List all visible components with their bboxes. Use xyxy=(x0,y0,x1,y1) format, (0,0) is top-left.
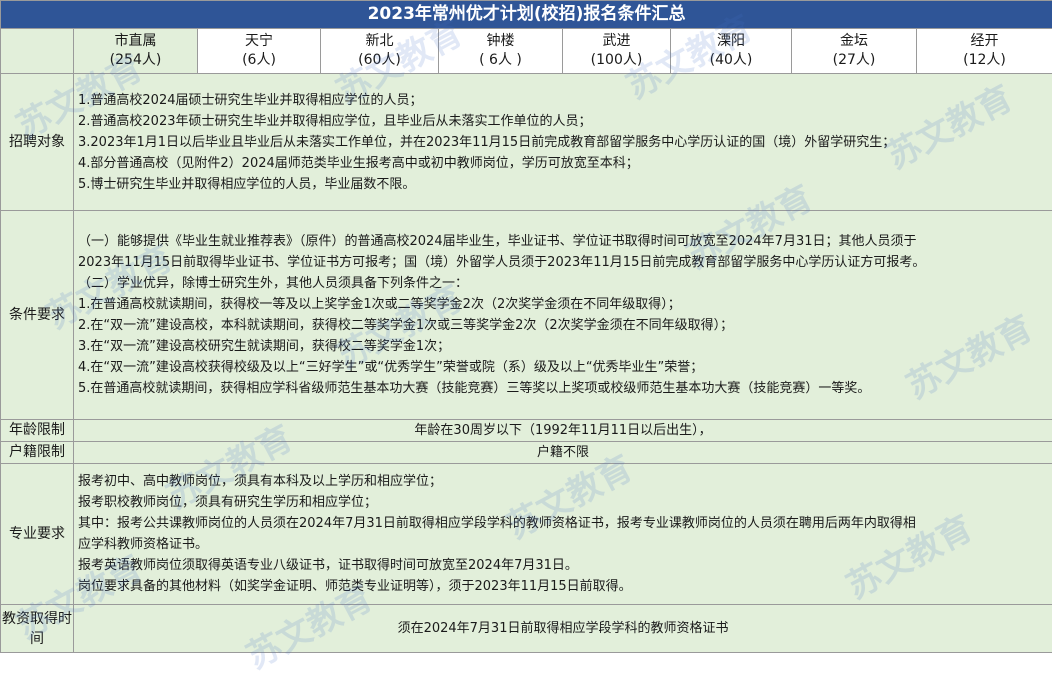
table-title: 2023年常州优才计划(校招)报名条件汇总 xyxy=(1,1,1052,29)
row-label-age: 年龄限制 xyxy=(1,420,74,442)
region-header-zhonglou: 钟楼( 6人 ) xyxy=(439,29,563,74)
region-header-wujin: 武进(100人) xyxy=(563,29,671,74)
region-header-tianning: 天宁(6人) xyxy=(198,29,321,74)
row-content-target: 1.普通高校2024届硕士研究生毕业并取得相应学位的人员； 2.普通高校2023… xyxy=(74,74,1052,211)
row-label-conditions: 条件要求 xyxy=(1,211,74,420)
row-content-conditions: （一）能够提供《毕业生就业推荐表》（原件）的普通高校2024届毕业生，毕业证书、… xyxy=(74,211,1052,420)
requirements-table: 2023年常州优才计划(校招)报名条件汇总 市直属(254人) 天宁(6人) 新… xyxy=(0,0,1052,653)
region-header-liyang: 溧阳(40人) xyxy=(671,29,792,74)
row-label-target: 招聘对象 xyxy=(1,74,74,211)
row-label-cert: 教资取得时间 xyxy=(1,605,74,653)
row-content-cert: 须在2024年7月31日前取得相应学段学科的教师资格证书 xyxy=(74,605,1052,653)
region-header-shizhishu: 市直属(254人) xyxy=(74,29,198,74)
region-header-xinbei: 新北(60人) xyxy=(321,29,439,74)
row-content-household: 户籍不限 xyxy=(74,442,1052,464)
row-content-major: 报考初中、高中教师岗位，须具有本科及以上学历和相应学位； 报考职校教师岗位，须具… xyxy=(74,464,1052,605)
corner-cell xyxy=(1,29,74,74)
region-header-jingkai: 经开(12人) xyxy=(917,29,1052,74)
row-label-household: 户籍限制 xyxy=(1,442,74,464)
row-label-major: 专业要求 xyxy=(1,464,74,605)
region-header-jintan: 金坛(27人) xyxy=(792,29,917,74)
row-content-age: 年龄在30周岁以下（1992年11月11日以后出生）， xyxy=(74,420,1052,442)
